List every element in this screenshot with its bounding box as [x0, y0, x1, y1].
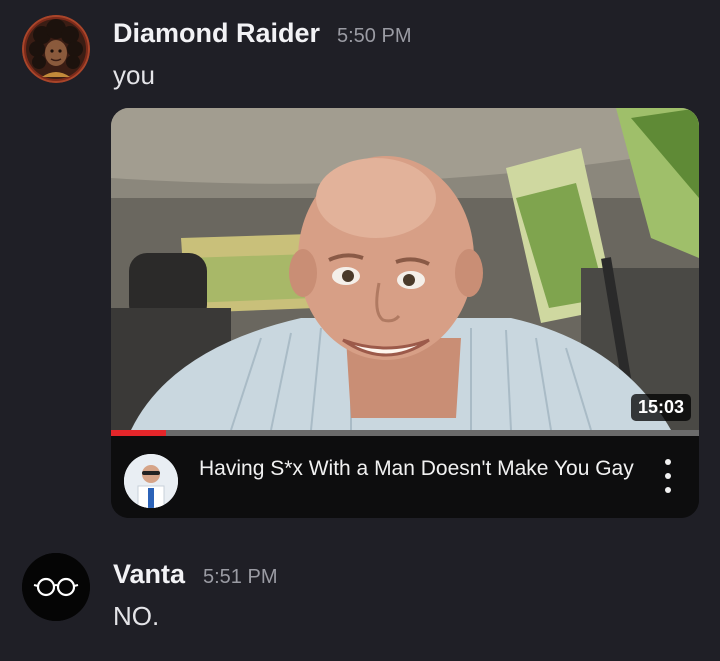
- message-timestamp: 5:51 PM: [203, 566, 278, 588]
- video-embed[interactable]: 15:03 Having S*x With a Man Doesn't Make…: [111, 108, 699, 518]
- channel-avatar-icon[interactable]: [124, 454, 178, 508]
- video-duration-badge: 15:03: [630, 394, 691, 421]
- video-info-bar: Having S*x With a Man Doesn't Make You G…: [111, 436, 699, 518]
- kebab-menu-icon[interactable]: [663, 456, 673, 496]
- curly-hair-avatar-icon: [22, 15, 90, 83]
- video-thumbnail[interactable]: [111, 108, 699, 430]
- video-title-link[interactable]: Having S*x With a Man Doesn't Make You G…: [199, 454, 639, 484]
- message-text: you: [113, 60, 155, 90]
- user-avatar-diamond-raider[interactable]: [22, 15, 90, 83]
- message-text: NO.: [113, 601, 160, 631]
- author-name[interactable]: Vanta: [113, 559, 185, 590]
- user-avatar-vanta[interactable]: [22, 553, 90, 621]
- message-timestamp: 5:50 PM: [337, 25, 412, 47]
- author-name[interactable]: Diamond Raider: [113, 18, 320, 49]
- glasses-avatar-icon: [22, 553, 90, 621]
